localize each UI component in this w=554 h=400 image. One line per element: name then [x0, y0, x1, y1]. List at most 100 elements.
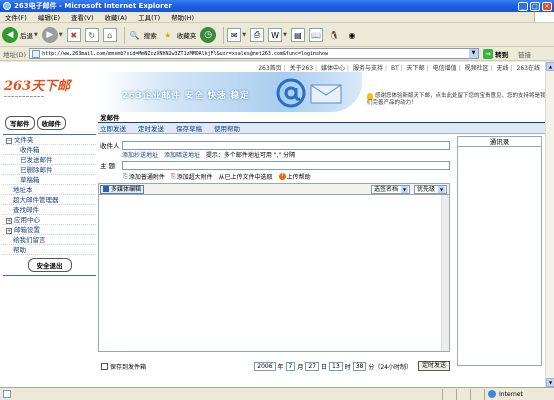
expand-icon[interactable]: +	[6, 218, 12, 224]
edit-button[interactable]: W ▼	[268, 28, 287, 42]
mail-settings-node[interactable]: + 邮箱设置	[3, 225, 96, 235]
search-icon: 🔍	[129, 30, 140, 40]
folders-node[interactable]: − 文件夹	[3, 135, 96, 145]
zone-label: Internet	[499, 390, 523, 398]
refresh-button[interactable]: ↻	[84, 28, 99, 42]
browser-toolbar: ◀ 后退 ▼ ▶ ▼ ✖ ↻ ⌂ 🔍 搜索 ★ 收藏夹 ◷ ✉ ▼ ⎙ W ▼ …	[0, 24, 554, 47]
folders-label: 文件夹	[14, 136, 34, 144]
menu-view[interactable]: 查看(V)	[66, 12, 100, 22]
lightbulb-icon	[367, 93, 373, 100]
forward-button[interactable]: ▶ ▼	[41, 27, 63, 43]
add-cc-link[interactable]: 添加抄送地址	[122, 152, 158, 159]
go-button[interactable]: → 转到	[483, 48, 508, 59]
minimize-button[interactable]: _	[518, 1, 528, 11]
sidebar-item-super-manager[interactable]: 超大邮件管理器	[3, 195, 96, 205]
collapse-icon[interactable]: −	[6, 138, 12, 144]
sidebar-item-sent[interactable]: 已发送邮件	[3, 155, 96, 165]
send-now-tab[interactable]: 立即发送	[100, 123, 126, 133]
sidebar-item-deleted[interactable]: 已删除邮件	[3, 165, 96, 175]
dropdown-arrow-icon: ▼	[58, 32, 63, 38]
select-uploaded-file[interactable]: 从已上传文件中选取	[219, 172, 273, 181]
toplink[interactable]: 关于263	[288, 65, 315, 72]
close-button[interactable]: ×	[542, 1, 552, 11]
menu-tools[interactable]: 工具(T)	[133, 12, 166, 22]
security-zone: Internet	[484, 388, 554, 400]
subject-input[interactable]	[122, 160, 450, 170]
toplink[interactable]: 天下邮	[405, 65, 427, 72]
links-button[interactable]: 链接	[518, 49, 531, 59]
sidebar-item-feedback[interactable]: 给我们留言	[3, 235, 96, 245]
address-url[interactable]: http://ww.263mail.com/mmsmb?sid=MmNZczXN…	[42, 51, 469, 57]
menu-edit[interactable]: 编辑(E)	[33, 12, 66, 22]
add-bcc-link[interactable]: 添加暗送地址	[164, 152, 200, 159]
sidebar-item-drafts[interactable]: 草稿箱	[3, 175, 96, 185]
add-normal-attachment[interactable]: 添加普通附件	[129, 172, 165, 181]
toplink[interactable]: 电信增值	[431, 65, 459, 72]
usage-help-tab[interactable]: 使用帮助	[214, 123, 240, 133]
search-button[interactable]: 🔍 搜索	[128, 28, 157, 42]
print-button[interactable]: ⎙	[250, 28, 265, 42]
toplink[interactable]: 服务与支持	[351, 65, 385, 72]
menu-help[interactable]: 帮助(H)	[166, 12, 200, 22]
add-super-attachment[interactable]: 添加超大附件	[177, 172, 213, 181]
month-unit: 月	[297, 363, 304, 371]
timed-send-tab[interactable]: 定时发送	[138, 123, 164, 133]
toplink[interactable]: 无线	[495, 65, 511, 72]
minute-input[interactable]: 38	[352, 361, 367, 371]
page-scrollbar[interactable]: ▲ ▼	[545, 62, 554, 387]
sidebar-item-address-book[interactable]: 地址本	[3, 185, 96, 195]
month-input[interactable]: 7	[285, 361, 296, 371]
priority-select[interactable]: 优先级 ▼	[413, 184, 447, 194]
message-body-editor[interactable]	[98, 195, 450, 352]
maximize-button[interactable]: □	[530, 1, 540, 11]
sidebar-item-help[interactable]: 帮助	[3, 245, 96, 255]
receive-mail-button[interactable]: 收邮件	[36, 116, 66, 130]
upload-help-link[interactable]: 上传帮助	[287, 172, 311, 181]
day-input[interactable]: 27	[305, 361, 320, 371]
stop-button[interactable]: ✖	[66, 28, 81, 42]
editor-scrollbar[interactable]	[441, 195, 449, 351]
address-dropdown-icon[interactable]: ▼	[469, 49, 479, 58]
scroll-down-icon[interactable]: ▼	[546, 378, 554, 387]
toplink[interactable]: 263首页	[256, 65, 283, 72]
expand-icon[interactable]: +	[6, 228, 12, 234]
refresh-icon: ↻	[84, 28, 99, 42]
toplink[interactable]: 视频社区	[463, 65, 491, 72]
timed-send-button[interactable]: 定时发送	[417, 361, 450, 371]
menu-favorites[interactable]: 收藏(A)	[100, 12, 134, 22]
address-input[interactable]: http://ww.263mail.com/mmsmb?sid=MmNZczXN…	[29, 48, 480, 59]
back-button[interactable]: ◀ 后退 ▼	[2, 27, 38, 43]
app-center-node[interactable]: + 应用中心	[3, 215, 96, 225]
envelope-icon	[310, 84, 342, 104]
scroll-up-icon[interactable]: ▲	[546, 62, 554, 71]
sidebar-item-inbox[interactable]: 收件箱	[3, 145, 96, 155]
signature-select[interactable]: 选签名档 ▼	[370, 184, 410, 194]
toplink[interactable]: 媒体中心	[319, 65, 347, 72]
feedback-notice-text[interactable]: 感谢您体验新版天下邮，点击此处留下您的宝贵意见，您的支持将是我们完善产品的动力！	[367, 93, 546, 106]
write-mail-button[interactable]: 写邮件	[5, 116, 35, 130]
feedback-notice[interactable]: 感谢您体验新版天下邮，点击此处留下您的宝贵意见，您的支持将是我们完善产品的动力！	[367, 93, 547, 107]
rich-text-toggle[interactable]: 多媒体编辑	[100, 184, 145, 194]
history-button[interactable]: ◷	[200, 27, 217, 43]
year-input[interactable]: 2006	[254, 361, 276, 371]
mail-button[interactable]: ✉ ▼	[227, 28, 246, 42]
toplink[interactable]: BT	[389, 65, 401, 72]
hour-input[interactable]: 13	[329, 361, 343, 371]
compose-panel: 发邮件 立即发送 定时发送 保存草稿 使用帮助 收件人 添加抄送地址 添加暗送地…	[98, 114, 548, 384]
media-button[interactable]: ◉	[345, 28, 359, 42]
logout-button[interactable]: 安全退出	[27, 258, 72, 272]
messenger-button[interactable]: 🐧	[327, 28, 341, 42]
favorites-button[interactable]: ★ 收藏夹	[161, 28, 196, 42]
hour-unit: 时	[344, 363, 351, 371]
sidebar-item-search-mail[interactable]: 查找邮件	[3, 205, 96, 215]
window-title: 263电子邮件 - Microsoft Internet Explorer	[14, 2, 172, 10]
save-to-sent-checkbox[interactable]	[101, 362, 108, 370]
to-input[interactable]	[122, 140, 450, 150]
research-button[interactable]: 📖	[308, 28, 323, 42]
discuss-button[interactable]: ▤	[290, 28, 305, 42]
forward-arrow-icon: ▶	[41, 27, 58, 43]
menu-file[interactable]: 文件(F)	[0, 12, 33, 22]
toplink[interactable]: 263在线	[515, 65, 542, 72]
home-button[interactable]: ⌂	[102, 28, 117, 42]
save-draft-tab[interactable]: 保存草稿	[176, 123, 202, 133]
